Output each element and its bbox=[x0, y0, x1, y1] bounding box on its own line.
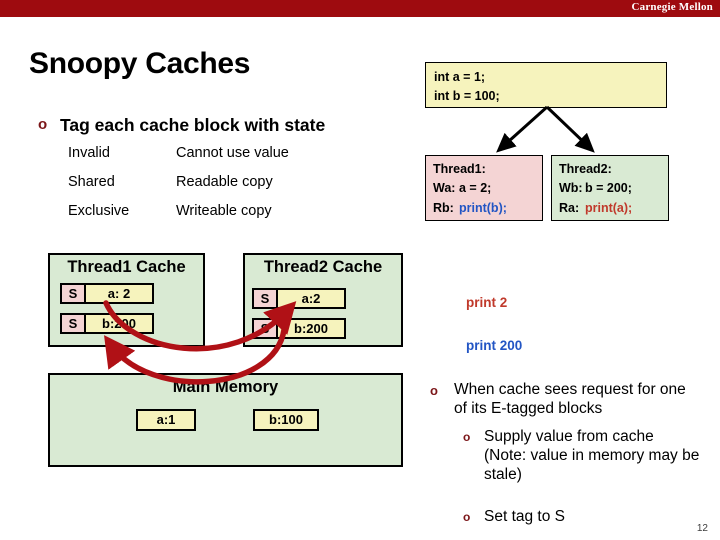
page-title: Snoopy Caches bbox=[29, 47, 251, 80]
thread1-op-2-label: Rb: bbox=[433, 200, 454, 215]
state-name: Exclusive bbox=[68, 203, 130, 219]
bullet-when-cache-sees-request: When cache sees request for one of its E… bbox=[454, 381, 686, 417]
thread2-cache-box bbox=[243, 253, 403, 347]
thread2-cache-title: Thread2 Cache bbox=[263, 258, 383, 276]
cache-tag: S bbox=[62, 315, 86, 332]
page-number: 12 bbox=[696, 523, 708, 534]
code-line-1: int a = 1; bbox=[434, 70, 486, 84]
bullet-marker-icon: o bbox=[38, 116, 48, 133]
thread2-op-1: Wb: b = 200; bbox=[559, 179, 668, 198]
sub-bullet-marker-icon: o bbox=[463, 430, 471, 444]
state-name: Invalid bbox=[68, 145, 110, 161]
thread1-op-2: Rb: print(b); bbox=[433, 199, 542, 218]
table-row: Shared Readable copy bbox=[68, 175, 396, 204]
cache-tag: S bbox=[254, 290, 278, 307]
bullet-tag-each-cache-block: Tag each cache block with state bbox=[60, 115, 326, 135]
bullet-marker-icon: o bbox=[430, 383, 438, 398]
thread1-cache-title: Thread1 Cache bbox=[67, 258, 186, 276]
cache-value: b:200 bbox=[86, 315, 152, 332]
thread2-program-box: Thread2: Wb: b = 200; Ra: print(a); bbox=[551, 155, 669, 221]
thread1-op-1-label: Wa: bbox=[433, 181, 456, 196]
snoop-arrow-left-to-right bbox=[103, 300, 297, 352]
thread1-op-2-code: print(b); bbox=[459, 200, 507, 215]
thread1-title: Thread1: bbox=[433, 162, 486, 176]
header-band bbox=[0, 0, 720, 17]
shared-variables-code-box: int a = 1; int b = 100; bbox=[425, 62, 667, 108]
cache-tag: S bbox=[62, 285, 86, 302]
thread1-op-1: Wa: a = 2; bbox=[433, 179, 542, 198]
thread1-op-1-code: a = 2; bbox=[459, 181, 492, 196]
memory-cell: b:100 bbox=[253, 409, 319, 431]
cache-line: S b:200 bbox=[60, 313, 154, 334]
snoop-arrow-right-to-left bbox=[103, 327, 287, 385]
thread2-op-2: Ra: print(a); bbox=[559, 199, 668, 218]
thread1-cache-box bbox=[48, 253, 205, 347]
thread2-op-2-code: print(a); bbox=[585, 200, 633, 215]
output-print-2: print 2 bbox=[466, 295, 508, 310]
thread1-program-box: Thread1: Wa: a = 2; Rb: print(b); bbox=[425, 155, 543, 221]
output-print-200: print 200 bbox=[466, 338, 523, 353]
table-row: Exclusive Writeable copy bbox=[68, 204, 396, 233]
cache-line: S a:2 bbox=[252, 288, 346, 309]
sub-bullet-set-tag-to-s: Set tag to S bbox=[484, 508, 565, 525]
memory-cell: a:1 bbox=[136, 409, 196, 431]
cache-line: S a: 2 bbox=[60, 283, 154, 304]
cache-value: a:2 bbox=[278, 290, 344, 307]
thread2-op-2-label: Ra: bbox=[559, 200, 580, 215]
cache-state-table: Invalid Cannot use value Shared Readable… bbox=[68, 146, 396, 233]
thread2-title: Thread2: bbox=[559, 162, 612, 176]
sub-bullet-supply-value: Supply value from cache (Note: value in … bbox=[484, 428, 700, 483]
thread2-op-1-label: Wb: bbox=[559, 181, 583, 196]
state-meaning: Writeable copy bbox=[176, 203, 272, 219]
table-row: Invalid Cannot use value bbox=[68, 146, 396, 175]
cache-value: b:200 bbox=[278, 320, 344, 337]
university-brand: Carnegie Mellon bbox=[631, 1, 713, 13]
cache-line: S b:200 bbox=[252, 318, 346, 339]
state-meaning: Cannot use value bbox=[176, 145, 289, 161]
code-line-2: int b = 100; bbox=[434, 89, 500, 104]
state-name: Shared bbox=[68, 174, 115, 190]
fanout-arrows bbox=[496, 105, 595, 153]
main-memory-box bbox=[48, 373, 403, 467]
thread2-op-1-code: b = 200; bbox=[585, 181, 632, 196]
state-meaning: Readable copy bbox=[176, 174, 273, 190]
sub-bullet-marker-icon: o bbox=[463, 510, 471, 524]
cache-value: a: 2 bbox=[86, 285, 152, 302]
cache-tag: S bbox=[254, 320, 278, 337]
main-memory-title: Main Memory bbox=[172, 378, 279, 396]
